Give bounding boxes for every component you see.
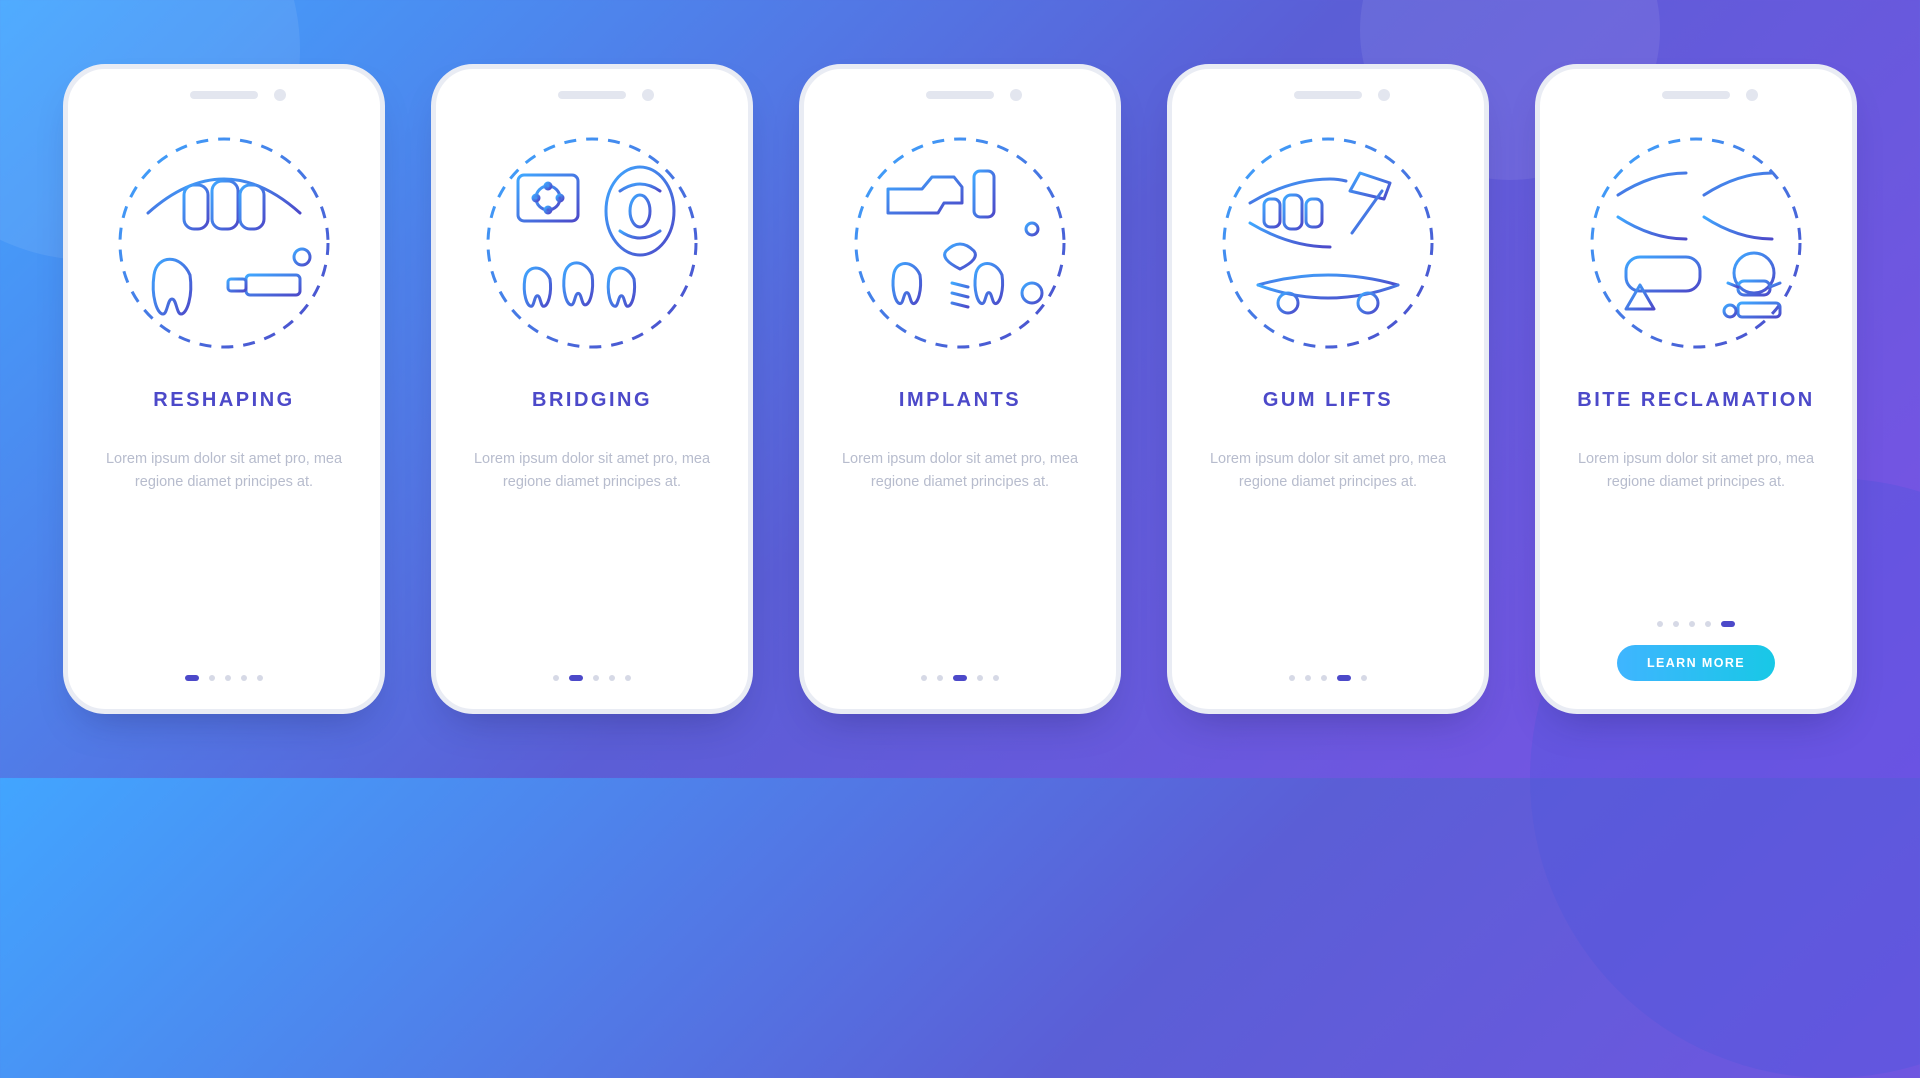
bridging-icon	[474, 125, 710, 361]
page-dot-3[interactable]	[1705, 621, 1711, 627]
screen-title: IMPLANTS	[899, 389, 1021, 412]
screen-title: GUM LIFTS	[1263, 389, 1393, 412]
page-dot-3-active[interactable]	[1337, 675, 1351, 681]
onboarding-screen-1: BRIDGING Lorem ipsum dolor sit amet pro, …	[431, 64, 753, 714]
page-dot-2[interactable]	[1689, 621, 1695, 627]
page-dot-2[interactable]	[225, 675, 231, 681]
page-dot-4-active[interactable]	[1721, 621, 1735, 627]
page-dot-3[interactable]	[977, 675, 983, 681]
page-dot-3[interactable]	[241, 675, 247, 681]
screen-description: Lorem ipsum dolor sit amet pro, mea regi…	[99, 448, 349, 494]
page-indicator[interactable]	[1657, 611, 1735, 627]
page-indicator[interactable]	[921, 651, 999, 681]
onboarding-screen-2: IMPLANTS Lorem ipsum dolor sit amet pro, …	[799, 64, 1121, 714]
page-dot-1[interactable]	[1305, 675, 1311, 681]
page-dot-1[interactable]	[937, 675, 943, 681]
page-dot-3[interactable]	[609, 675, 615, 681]
screen-description: Lorem ipsum dolor sit amet pro, mea regi…	[1203, 448, 1453, 494]
page-dot-2-active[interactable]	[953, 675, 967, 681]
bite-reclamation-icon	[1578, 125, 1814, 361]
page-dot-2[interactable]	[593, 675, 599, 681]
page-dot-4[interactable]	[1361, 675, 1367, 681]
screen-title: BRIDGING	[532, 389, 652, 412]
page-dot-1[interactable]	[209, 675, 215, 681]
page-dot-0[interactable]	[1657, 621, 1663, 627]
page-dot-0[interactable]	[921, 675, 927, 681]
page-indicator[interactable]	[553, 651, 631, 681]
gum-lifts-icon	[1210, 125, 1446, 361]
page-dot-0-active[interactable]	[185, 675, 199, 681]
onboarding-screen-3: GUM LIFTS Lorem ipsum dolor sit amet pro,…	[1167, 64, 1489, 714]
screen-description: Lorem ipsum dolor sit amet pro, mea regi…	[1571, 448, 1821, 494]
page-dot-0[interactable]	[1289, 675, 1295, 681]
reshaping-icon	[106, 125, 342, 361]
page-dot-1-active[interactable]	[569, 675, 583, 681]
page-indicator[interactable]	[1289, 651, 1367, 681]
learn-more-button[interactable]: LEARN MORE	[1617, 645, 1775, 681]
page-dot-4[interactable]	[257, 675, 263, 681]
screen-description: Lorem ipsum dolor sit amet pro, mea regi…	[467, 448, 717, 494]
page-dot-4[interactable]	[625, 675, 631, 681]
implants-icon	[842, 125, 1078, 361]
onboarding-screen-4: BITE RECLAMATION Lorem ipsum dolor sit am…	[1535, 64, 1857, 714]
screen-title: BITE RECLAMATION	[1577, 389, 1814, 412]
screen-title: RESHAPING	[153, 389, 294, 412]
screen-description: Lorem ipsum dolor sit amet pro, mea regi…	[835, 448, 1085, 494]
page-dot-1[interactable]	[1673, 621, 1679, 627]
page-dot-0[interactable]	[553, 675, 559, 681]
page-dot-2[interactable]	[1321, 675, 1327, 681]
onboarding-screen-0: RESHAPING Lorem ipsum dolor sit amet pro,…	[63, 64, 385, 714]
onboarding-stage: RESHAPING Lorem ipsum dolor sit amet pro,…	[0, 0, 1920, 778]
page-indicator[interactable]	[185, 651, 263, 681]
page-dot-4[interactable]	[993, 675, 999, 681]
